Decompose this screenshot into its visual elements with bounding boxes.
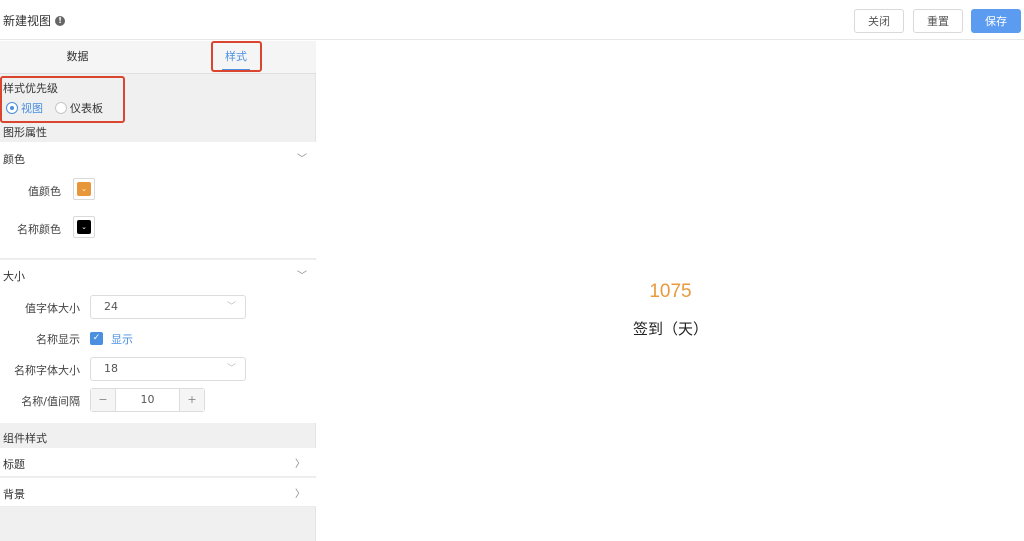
radio-view-label[interactable]: 视图 [21,100,43,116]
style-priority-label: 样式优先级 [3,82,58,95]
color-section: 颜色 ﹀ 值颜色 ⌄ 名称颜色 ⌄ [0,142,316,259]
reset-button[interactable]: 重置 [913,9,963,33]
chevron-right-icon: 〉 [295,459,305,470]
gap-label: 名称/值间隔 [21,395,80,408]
save-button[interactable]: 保存 [971,9,1021,33]
title-style-label: 标题 [3,458,25,471]
value-font-size-label: 值字体大小 [25,302,80,315]
radio-dashboard-label[interactable]: 仪表板 [70,100,103,116]
chevron-down-icon: ﹀ [226,302,236,312]
chevron-down-icon[interactable]: ﹀ [297,150,307,165]
chevron-right-icon: 〉 [295,489,305,500]
panel-tabs: 数据 样式 [0,41,316,73]
value-color-label: 值颜色 [28,185,61,198]
value-font-size-select[interactable]: 24 ﹀ [90,295,246,319]
name-display-label: 名称显示 [36,333,80,346]
header-bar: 新建视图 ! 关闭 重置 保存 [0,0,1024,40]
metric-name: 签到（天） [632,320,708,338]
name-display-option[interactable]: 显示 [111,331,133,347]
style-priority-radio-group: 视图 仪表板 [6,100,103,116]
name-font-size-select[interactable]: 18 ﹀ [90,357,246,381]
color-section-title[interactable]: 颜色 [3,151,25,167]
preview-canvas: 1075 签到（天） [317,41,1024,541]
graphic-props-label: 图形属性 [3,126,47,139]
component-style-label: 组件样式 [3,432,47,445]
size-section: 大小 ﹀ 值字体大小 24 ﹀ 名称显示 ✓ 显示 名称字体大小 18 ﹀ 名称… [0,260,316,423]
chevron-down-icon: ⌄ [77,182,91,196]
name-display-checkbox[interactable]: ✓ [90,332,103,345]
metric-value: 1075 [649,281,692,302]
background-style-row[interactable]: 背景 〉 [0,478,316,507]
info-circle-icon[interactable]: ! [55,15,66,26]
close-button[interactable]: 关闭 [854,9,904,33]
increment-button[interactable]: + [180,389,204,411]
title-style-row[interactable]: 标题 〉 [0,448,316,477]
page-title-text: 新建视图 [3,14,52,28]
background-style-label: 背景 [3,488,25,501]
gap-stepper[interactable]: − 10 + [90,388,205,412]
name-color-label: 名称颜色 [17,223,61,236]
tab-highlight-box [211,41,262,72]
chevron-down-icon: ⌄ [77,220,91,234]
page-title: 新建视图 ! [3,12,66,29]
name-color-picker[interactable]: ⌄ [73,216,95,238]
value-color-picker[interactable]: ⌄ [73,178,95,200]
size-section-title[interactable]: 大小 [3,268,25,284]
name-font-size-label: 名称字体大小 [14,364,80,377]
gap-value-input[interactable]: 10 [115,389,180,411]
decrement-button[interactable]: − [91,389,115,411]
chevron-down-icon[interactable]: ﹀ [297,267,307,282]
chevron-down-icon: ﹀ [226,364,236,374]
tab-data[interactable]: 数据 [0,41,155,73]
settings-panel: 数据 样式 样式优先级 视图 仪表板 图形属性 颜色 ﹀ 值颜色 ⌄ 名称颜色 … [0,41,316,541]
radio-view[interactable] [6,102,18,114]
name-font-size-value: 18 [104,362,118,375]
radio-dashboard[interactable] [55,102,67,114]
tab-divider [0,73,316,74]
value-font-size-value: 24 [104,300,118,313]
